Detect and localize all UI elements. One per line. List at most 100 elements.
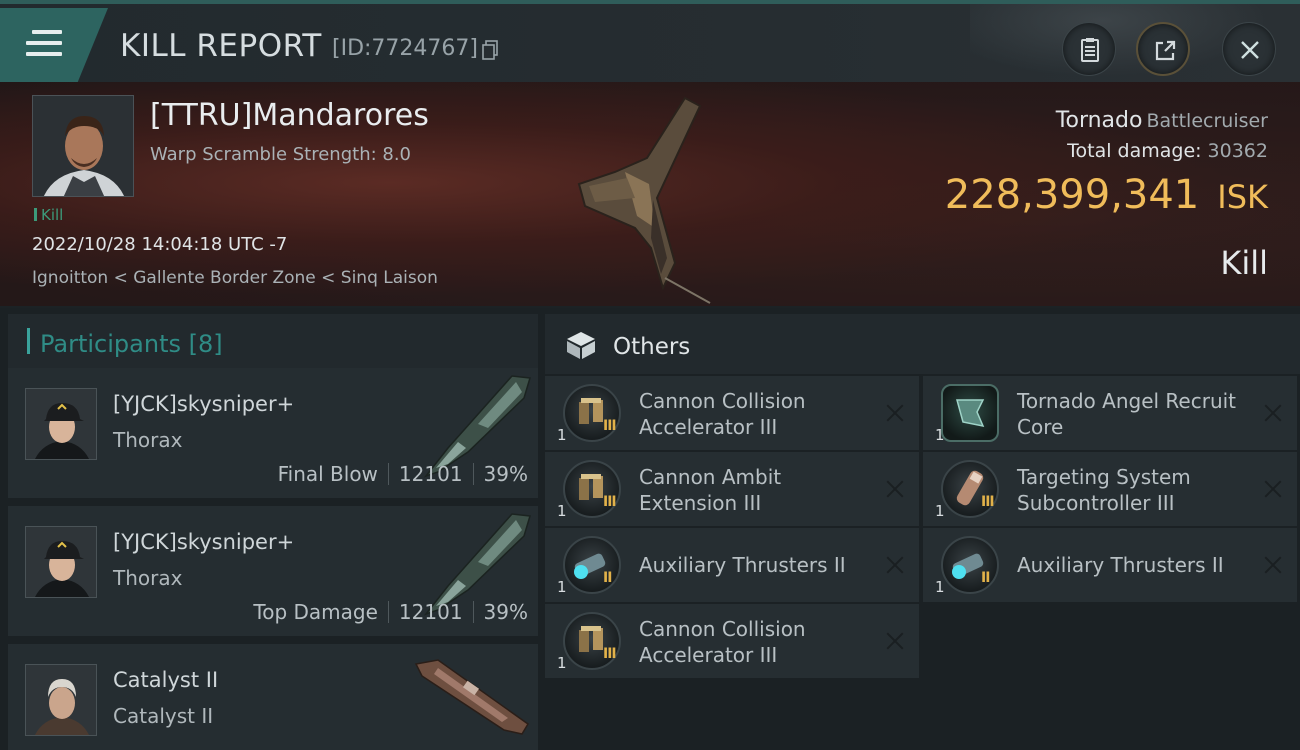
others-panel: Others 1 III Cannon Collision Accelerato… xyxy=(545,308,1300,750)
remove-item-icon[interactable] xyxy=(885,631,905,651)
kill-tag: Kill xyxy=(34,206,63,224)
total-damage-label: Total damage: xyxy=(1067,140,1202,162)
others-item[interactable]: 1 III Cannon Ambit Extension III xyxy=(545,452,919,526)
item-quantity: 1 xyxy=(557,578,567,596)
clipboard-icon xyxy=(1081,38,1099,62)
participant-ship: Thorax xyxy=(113,428,183,452)
victim-banner: [TTRU]Mandarores Warp Scramble Strength:… xyxy=(0,82,1300,308)
total-damage-value: 30362 xyxy=(1207,140,1268,162)
kill-status: Kill xyxy=(1220,244,1268,282)
share-icon xyxy=(1155,40,1176,61)
item-quantity: 1 xyxy=(935,426,945,444)
pilot-avatar-image xyxy=(26,665,96,735)
clipboard-button[interactable] xyxy=(1062,22,1116,76)
tornado-ship-image xyxy=(577,96,711,304)
isk-amount: 228,399,341 xyxy=(944,172,1200,218)
others-header: Others xyxy=(545,314,1300,374)
thruster-icon xyxy=(941,536,999,594)
page-title: KILL REPORT xyxy=(120,28,322,64)
menu-button[interactable] xyxy=(0,8,108,82)
participant-stats: Top Damage 12101 39% xyxy=(253,600,528,624)
close-button[interactable] xyxy=(1222,22,1276,76)
isk-value: 228,399,341 ISK xyxy=(945,172,1268,218)
others-item[interactable]: 1 II Auxiliary Thrusters II xyxy=(545,528,919,602)
others-item[interactable]: 1 III Cannon Collision Accelerator III xyxy=(545,604,919,678)
total-damage: Total damage: 30362 xyxy=(1067,140,1268,162)
item-quantity: 1 xyxy=(935,502,945,520)
participants-title: Participants [8] xyxy=(40,330,223,358)
participants-accent-bar xyxy=(27,328,30,354)
item-quantity: 1 xyxy=(935,578,945,596)
participant-label: Top Damage xyxy=(253,600,378,624)
remove-item-icon[interactable] xyxy=(885,479,905,499)
item-tier: II xyxy=(981,570,990,586)
participants-panel: Participants [8] [YJCK]skysniper+ Thorax… xyxy=(0,308,545,750)
victim-ship-class: Battlecruiser xyxy=(1146,110,1268,132)
participant-name[interactable]: Catalyst II xyxy=(113,668,218,692)
item-tier: II xyxy=(603,570,612,586)
kill-location[interactable]: Ignoitton < Gallente Border Zone < Sinq … xyxy=(32,268,438,288)
victim-ship: Tornado Battlecruiser xyxy=(1056,108,1268,133)
item-tier: III xyxy=(981,494,995,510)
participant-avatar xyxy=(25,664,97,736)
participants-header: Participants [8] xyxy=(8,314,538,368)
item-quantity: 1 xyxy=(557,426,567,444)
remove-item-icon[interactable] xyxy=(1263,555,1283,575)
participant-percent: 39% xyxy=(483,462,528,486)
item-tier: III xyxy=(603,494,617,510)
item-name: Tornado Angel Recruit Core xyxy=(1017,389,1237,439)
participant-row[interactable]: [YJCK]skysniper+ Thorax Top Damage 12101 3… xyxy=(8,506,538,636)
isk-currency: ISK xyxy=(1217,178,1268,216)
item-name: Auxiliary Thrusters II xyxy=(639,553,846,577)
participant-row[interactable]: [YJCK]skysniper+ Thorax Final Blow 12101 3… xyxy=(8,368,538,498)
kill-datetime: 2022/10/28 14:04:18 UTC -7 xyxy=(32,234,288,255)
remove-item-icon[interactable] xyxy=(885,555,905,575)
item-name: Targeting System Subcontroller III xyxy=(1017,465,1191,515)
participant-avatar xyxy=(25,526,97,598)
participant-name[interactable]: [YJCK]skysniper+ xyxy=(113,392,294,416)
participant-stats: Final Blow 12101 39% xyxy=(278,462,528,486)
remove-item-icon[interactable] xyxy=(1263,479,1283,499)
pilot-avatar-image xyxy=(26,527,96,597)
participant-name[interactable]: [YJCK]skysniper+ xyxy=(113,530,294,554)
item-quantity: 1 xyxy=(557,502,567,520)
cargo-box-icon xyxy=(567,332,595,359)
remove-item-icon[interactable] xyxy=(885,403,905,423)
catalyst-ship-image xyxy=(414,659,530,735)
participant-ship: Catalyst II xyxy=(113,704,214,728)
thruster-icon xyxy=(563,536,621,594)
victim-name[interactable]: [TTRU]Mandarores xyxy=(150,98,429,133)
share-button[interactable] xyxy=(1136,22,1190,76)
close-icon xyxy=(1241,41,1259,59)
item-name: Cannon Collision Accelerator III xyxy=(639,617,806,667)
victim-warp-scramble: Warp Scramble Strength: 8.0 xyxy=(150,144,412,165)
victim-ship-name[interactable]: Tornado xyxy=(1056,108,1143,133)
remove-item-icon[interactable] xyxy=(1263,403,1283,423)
item-quantity: 1 xyxy=(557,654,567,672)
item-name: Auxiliary Thrusters II xyxy=(1017,553,1224,577)
participant-damage: 12101 xyxy=(398,600,463,624)
item-tier: III xyxy=(603,418,617,434)
others-item[interactable]: 1 III Cannon Collision Accelerator III xyxy=(545,376,919,450)
ship-core-icon xyxy=(941,384,999,442)
kill-report-header: KILL REPORT [ID:7724767] xyxy=(0,0,1300,86)
others-item[interactable]: 1 Tornado Angel Recruit Core xyxy=(923,376,1297,450)
copy-icon[interactable] xyxy=(482,40,498,60)
others-title: Others xyxy=(613,334,691,360)
kill-id: [ID:7724767] xyxy=(332,36,478,61)
menu-icon xyxy=(26,30,62,58)
pilot-avatar-image xyxy=(26,389,96,459)
victim-portrait[interactable] xyxy=(32,95,134,197)
participant-percent: 39% xyxy=(483,600,528,624)
participant-label: Final Blow xyxy=(277,462,378,486)
participant-ship: Thorax xyxy=(113,566,183,590)
pilot-portrait-image xyxy=(33,96,133,196)
item-tier: III xyxy=(603,646,617,662)
participant-avatar xyxy=(25,388,97,460)
others-item[interactable]: 1 II Auxiliary Thrusters II xyxy=(923,528,1297,602)
others-item[interactable]: 1 III Targeting System Subcontroller III xyxy=(923,452,1297,526)
participant-damage: 12101 xyxy=(398,462,463,486)
item-name: Cannon Ambit Extension III xyxy=(639,465,782,515)
participant-row[interactable]: Catalyst II Catalyst II xyxy=(8,644,538,750)
item-name: Cannon Collision Accelerator III xyxy=(639,389,806,439)
